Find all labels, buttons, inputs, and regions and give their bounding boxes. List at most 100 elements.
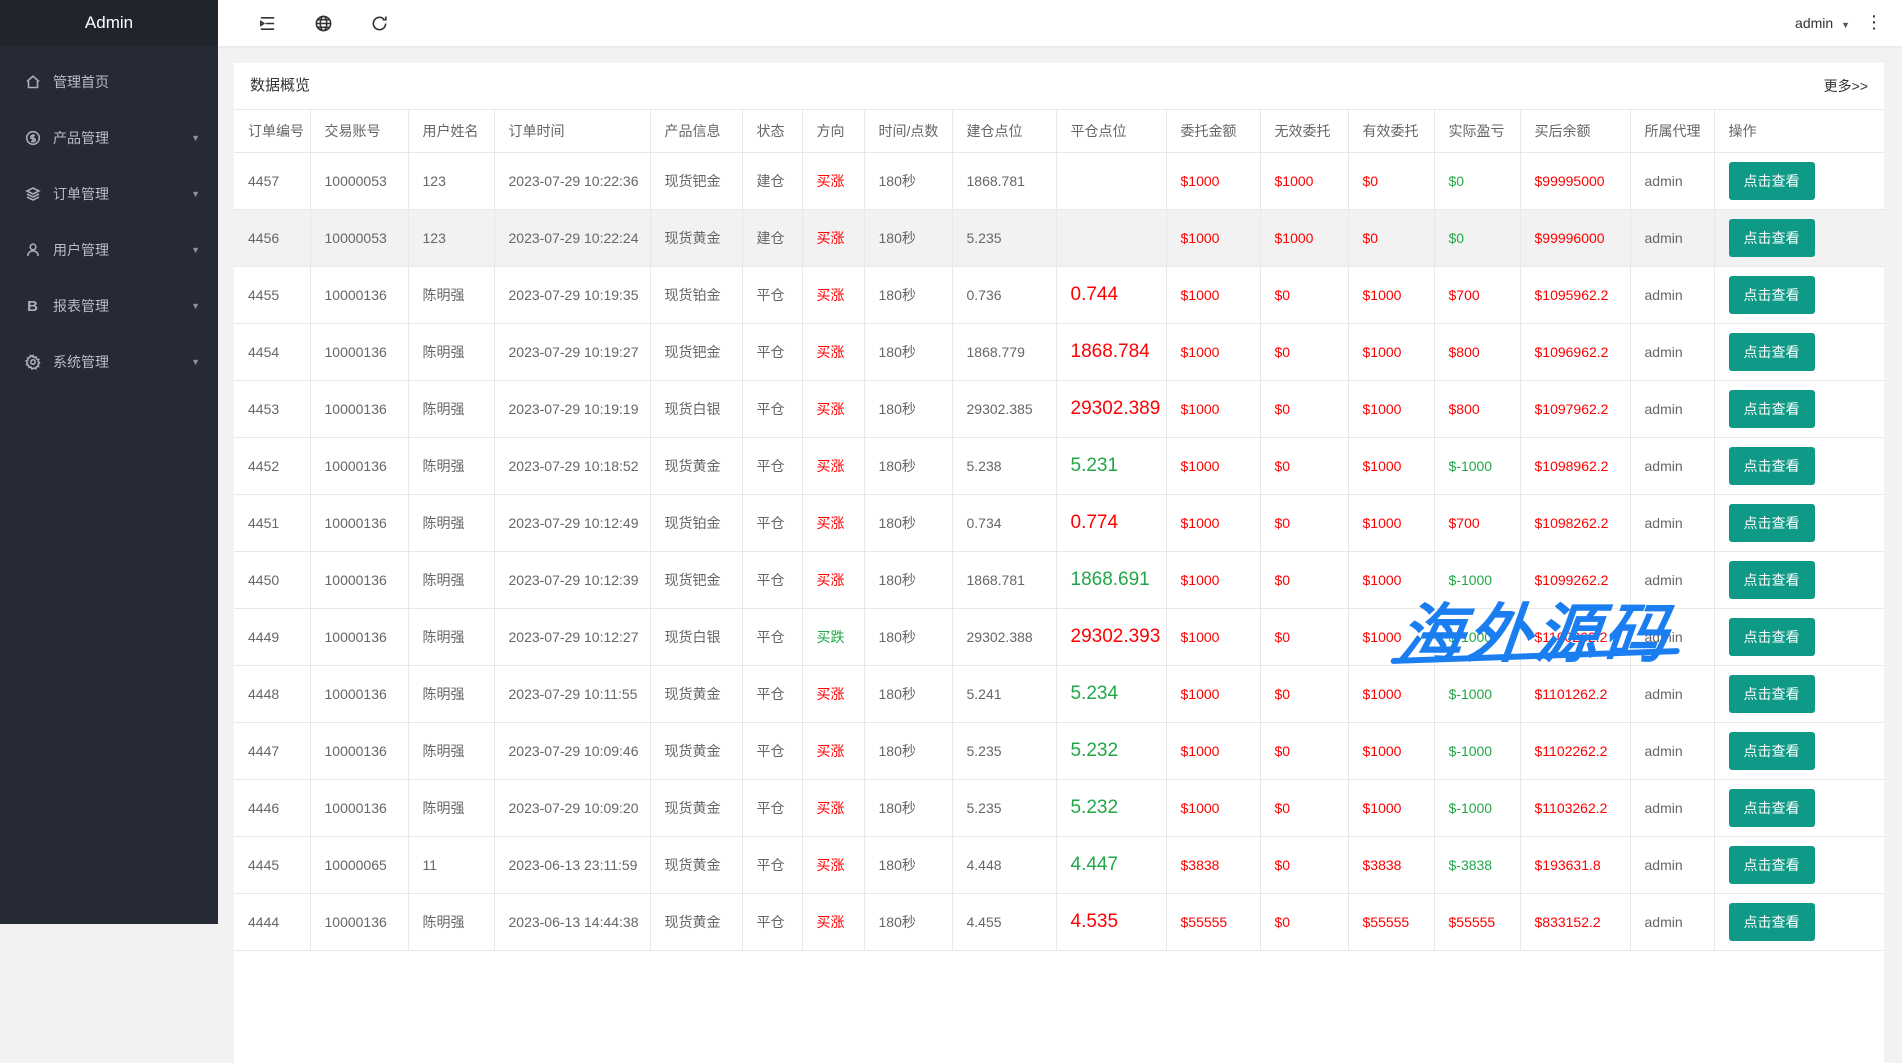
user-menu[interactable]: admin ▼ xyxy=(1795,0,1850,46)
cell-direction: 买跌 xyxy=(802,609,864,666)
column-header: 时间/点数 xyxy=(864,110,952,153)
column-header: 订单编号 xyxy=(234,110,310,153)
cell-order-time: 2023-07-29 10:12:27 xyxy=(494,609,650,666)
table-row: 4446 10000136 陈明强 2023-07-29 10:09:20 现货… xyxy=(234,780,1884,837)
refresh-icon[interactable] xyxy=(368,12,390,34)
cell-profit: $-1000 xyxy=(1434,552,1520,609)
cell-invalid-amount: $0 xyxy=(1260,552,1348,609)
more-link[interactable]: 更多>> xyxy=(1824,63,1868,109)
cell-invalid-amount: $0 xyxy=(1260,609,1348,666)
cell-invalid-amount: $1000 xyxy=(1260,210,1348,267)
cell-agent: admin xyxy=(1630,609,1714,666)
cell-order-time: 2023-07-29 10:22:24 xyxy=(494,210,650,267)
sidebar-item-reports[interactable]: B 报表管理 ▼ xyxy=(0,278,218,334)
cell-account: 10000136 xyxy=(310,438,408,495)
view-details-button[interactable]: 点击查看 xyxy=(1729,276,1815,314)
cell-invalid-amount: $0 xyxy=(1260,837,1348,894)
column-header: 用户姓名 xyxy=(408,110,494,153)
cell-amount: $55555 xyxy=(1166,894,1260,951)
cell-direction: 买涨 xyxy=(802,837,864,894)
cell-account: 10000053 xyxy=(310,210,408,267)
cell-close-price: 4.535 xyxy=(1056,894,1166,951)
cell-order-id: 4457 xyxy=(234,153,310,210)
cell-direction: 买涨 xyxy=(802,267,864,324)
cell-close-price: 5.234 xyxy=(1056,666,1166,723)
view-details-button[interactable]: 点击查看 xyxy=(1729,903,1815,941)
cell-product: 现货白银 xyxy=(650,381,742,438)
cell-user-name: 123 xyxy=(408,210,494,267)
cell-duration: 180秒 xyxy=(864,210,952,267)
table-row: 4445 10000065 11 2023-06-13 23:11:59 现货黄… xyxy=(234,837,1884,894)
cell-account: 10000136 xyxy=(310,609,408,666)
cell-close-price: 29302.389 xyxy=(1056,381,1166,438)
cell-amount: $1000 xyxy=(1166,267,1260,324)
chevron-down-icon: ▼ xyxy=(191,189,200,199)
cell-direction: 买涨 xyxy=(802,381,864,438)
cell-invalid-amount: $0 xyxy=(1260,894,1348,951)
cell-duration: 180秒 xyxy=(864,552,952,609)
cell-direction: 买涨 xyxy=(802,552,864,609)
cell-agent: admin xyxy=(1630,381,1714,438)
cell-product: 现货黄金 xyxy=(650,438,742,495)
view-details-button[interactable]: 点击查看 xyxy=(1729,219,1815,257)
collapse-sidebar-icon[interactable] xyxy=(256,12,278,34)
cell-action: 点击查看 xyxy=(1714,609,1884,666)
table-row: 4447 10000136 陈明强 2023-07-29 10:09:46 现货… xyxy=(234,723,1884,780)
cell-duration: 180秒 xyxy=(864,894,952,951)
cell-direction: 买涨 xyxy=(802,723,864,780)
cell-duration: 180秒 xyxy=(864,723,952,780)
cell-profit: $-3838 xyxy=(1434,837,1520,894)
chevron-down-icon: ▼ xyxy=(191,357,200,367)
view-details-button[interactable]: 点击查看 xyxy=(1729,504,1815,542)
cell-duration: 180秒 xyxy=(864,153,952,210)
cell-order-id: 4446 xyxy=(234,780,310,837)
cell-agent: admin xyxy=(1630,666,1714,723)
cell-status: 平仓 xyxy=(742,723,802,780)
cell-open-price: 1868.779 xyxy=(952,324,1056,381)
cell-order-id: 4452 xyxy=(234,438,310,495)
kebab-menu-icon[interactable]: ⋮ xyxy=(1865,0,1884,46)
cell-action: 点击查看 xyxy=(1714,324,1884,381)
cell-open-price: 5.235 xyxy=(952,210,1056,267)
cell-account: 10000053 xyxy=(310,153,408,210)
cell-direction: 买涨 xyxy=(802,666,864,723)
layers-icon xyxy=(24,186,41,203)
cell-profit: $800 xyxy=(1434,324,1520,381)
column-header: 买后余额 xyxy=(1520,110,1630,153)
cell-duration: 180秒 xyxy=(864,780,952,837)
cell-amount: $1000 xyxy=(1166,210,1260,267)
view-details-button[interactable]: 点击查看 xyxy=(1729,675,1815,713)
sidebar-item-products[interactable]: 产品管理 ▼ xyxy=(0,110,218,166)
sidebar-item-system[interactable]: 系统管理 ▼ xyxy=(0,334,218,390)
cell-valid-amount: $0 xyxy=(1348,210,1434,267)
cell-agent: admin xyxy=(1630,324,1714,381)
view-details-button[interactable]: 点击查看 xyxy=(1729,447,1815,485)
view-details-button[interactable]: 点击查看 xyxy=(1729,618,1815,656)
view-details-button[interactable]: 点击查看 xyxy=(1729,162,1815,200)
cell-valid-amount: $1000 xyxy=(1348,723,1434,780)
cell-valid-amount: $1000 xyxy=(1348,267,1434,324)
cell-account: 10000136 xyxy=(310,324,408,381)
cell-user-name: 陈明强 xyxy=(408,552,494,609)
table-row: 4444 10000136 陈明强 2023-06-13 14:44:38 现货… xyxy=(234,894,1884,951)
chevron-down-icon: ▼ xyxy=(1841,20,1850,30)
table-row: 4451 10000136 陈明强 2023-07-29 10:12:49 现货… xyxy=(234,495,1884,552)
view-details-button[interactable]: 点击查看 xyxy=(1729,333,1815,371)
view-details-button[interactable]: 点击查看 xyxy=(1729,561,1815,599)
cell-profit: $-1000 xyxy=(1434,780,1520,837)
cell-order-id: 4454 xyxy=(234,324,310,381)
view-details-button[interactable]: 点击查看 xyxy=(1729,732,1815,770)
cell-direction: 买涨 xyxy=(802,210,864,267)
sidebar-item-orders[interactable]: 订单管理 ▼ xyxy=(0,166,218,222)
cell-direction: 买涨 xyxy=(802,780,864,837)
sidebar-item-users[interactable]: 用户管理 ▼ xyxy=(0,222,218,278)
cell-amount: $3838 xyxy=(1166,837,1260,894)
view-details-button[interactable]: 点击查看 xyxy=(1729,789,1815,827)
data-overview-card: 数据概览 更多>> 订单编号交易账号用户姓名订单时间产品信息状态方向时间/点数建… xyxy=(234,63,1884,1063)
view-details-button[interactable]: 点击查看 xyxy=(1729,390,1815,428)
view-details-button[interactable]: 点击查看 xyxy=(1729,846,1815,884)
orders-table: 订单编号交易账号用户姓名订单时间产品信息状态方向时间/点数建仓点位平仓点位委托金… xyxy=(234,109,1884,951)
sidebar-item-home[interactable]: 管理首页 xyxy=(0,54,218,110)
globe-icon[interactable] xyxy=(312,12,334,34)
cell-amount: $1000 xyxy=(1166,552,1260,609)
